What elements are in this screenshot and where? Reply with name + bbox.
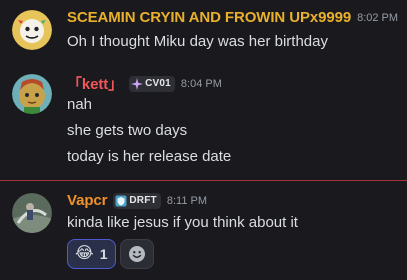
message-text: today is her release date: [67, 148, 232, 165]
sparkle-icon: [131, 77, 144, 90]
message-text: nah: [67, 96, 93, 113]
reactions-bar: 😂 1: [67, 239, 154, 269]
username[interactable]: Vapcr: [67, 192, 107, 209]
smiley-add-icon: [128, 246, 145, 262]
new-messages-divider: [0, 180, 407, 181]
timestamp: 8:02 PM: [357, 11, 399, 24]
avatar[interactable]: [12, 74, 52, 114]
timestamp: 8:04 PM: [180, 77, 222, 90]
server-tag[interactable]: CV01: [129, 75, 175, 92]
avatar[interactable]: [12, 193, 52, 233]
username[interactable]: SCEAMIN CRYIN AND FROWIN UPx9999: [67, 9, 351, 26]
server-tag-label: CV01: [145, 78, 171, 89]
reaction-count: 1: [99, 246, 108, 262]
message-text: Oh I thought Miku day was her birthday: [67, 33, 328, 50]
reaction-laughing[interactable]: 😂 1: [67, 239, 116, 269]
timestamp: 8:11 PM: [166, 194, 207, 207]
message-text: she gets two days: [67, 122, 188, 139]
username[interactable]: 「kett」: [67, 73, 123, 94]
add-reaction-button[interactable]: [119, 239, 154, 269]
laughing-emoji-icon: 😂: [75, 245, 94, 262]
message-text: kinda like jesus if you think about it: [67, 214, 298, 231]
avatar[interactable]: [12, 10, 52, 50]
chat-log: SCEAMIN CRYIN AND FROWIN UPx9999 8:02 PM…: [0, 0, 407, 280]
shield-badge-icon: [115, 195, 127, 206]
server-tag-label: DRFT: [129, 195, 157, 206]
server-tag[interactable]: DRFT: [113, 192, 161, 209]
